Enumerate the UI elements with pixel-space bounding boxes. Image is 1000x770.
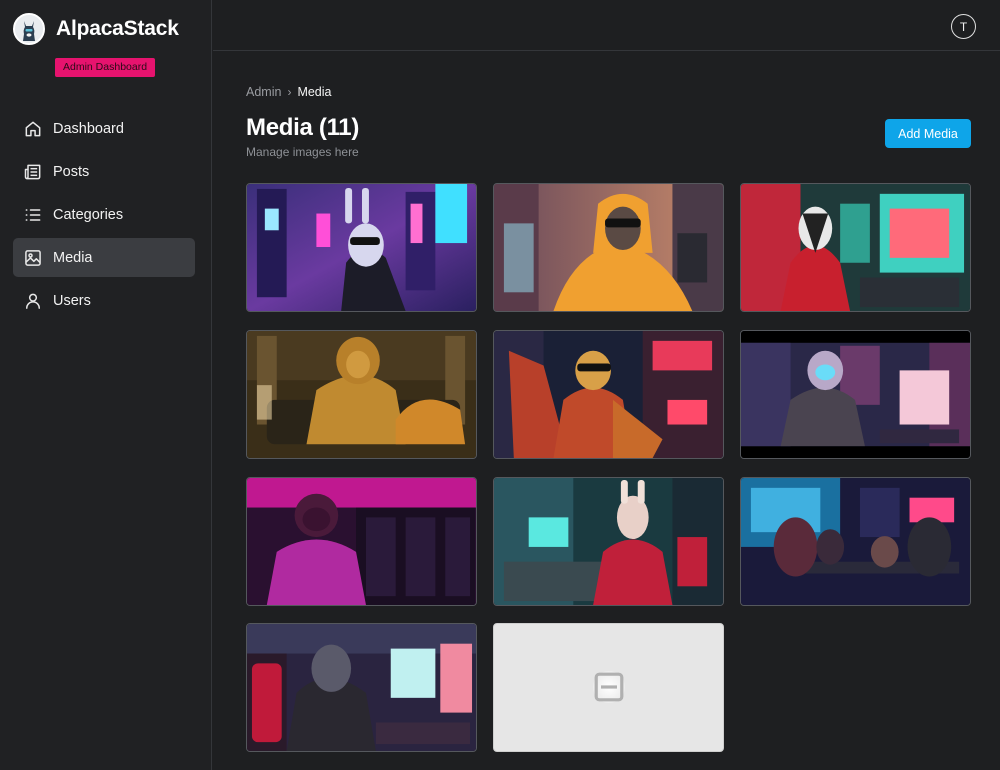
list-icon <box>25 208 41 221</box>
media-image <box>741 184 970 311</box>
media-thumbnail-11-placeholder[interactable] <box>493 623 724 752</box>
media-thumbnail-4[interactable] <box>246 330 477 459</box>
media-thumbnail-2[interactable] <box>493 183 724 312</box>
sidebar: AlpacaStack Admin Dashboard Dashboard Po… <box>0 0 212 770</box>
sidebar-item-posts[interactable]: Posts <box>13 152 195 191</box>
media-thumbnail-6[interactable] <box>740 330 971 459</box>
breadcrumb: Admin › Media <box>246 85 331 99</box>
media-thumbnail-9[interactable] <box>740 477 971 606</box>
breadcrumb-admin-link[interactable]: Admin <box>246 85 281 99</box>
media-image <box>247 331 476 458</box>
sidebar-item-label: Categories <box>53 206 124 223</box>
sidebar-item-label: Users <box>53 292 91 309</box>
alpaca-logo-icon <box>13 13 45 45</box>
media-thumbnail-8[interactable] <box>493 477 724 606</box>
sidebar-item-label: Dashboard <box>53 120 124 137</box>
media-thumbnail-10[interactable] <box>246 623 477 752</box>
sidebar-item-label: Media <box>53 249 93 266</box>
media-image <box>247 478 476 605</box>
image-icon <box>25 249 41 266</box>
page-title: Media (11) <box>246 114 360 141</box>
admin-badge: Admin Dashboard <box>55 58 156 77</box>
image-loading-icon <box>593 671 625 703</box>
media-image <box>741 478 970 605</box>
media-image <box>494 331 723 458</box>
sidebar-item-categories[interactable]: Categories <box>13 195 195 234</box>
sidebar-nav: Dashboard Posts Categories Media Users <box>13 109 195 324</box>
sidebar-item-users[interactable]: Users <box>13 281 195 320</box>
media-thumbnail-1[interactable] <box>246 183 477 312</box>
media-image <box>494 478 723 605</box>
add-media-button[interactable]: Add Media <box>885 119 971 148</box>
media-image <box>494 184 723 311</box>
home-icon <box>25 121 41 136</box>
sidebar-item-label: Posts <box>53 163 90 180</box>
media-thumbnail-3[interactable] <box>740 183 971 312</box>
breadcrumb-current: Media <box>297 85 332 99</box>
chevron-right-icon: › <box>287 85 292 99</box>
media-image <box>741 331 970 458</box>
user-avatar[interactable]: T <box>951 14 976 39</box>
brand[interactable]: AlpacaStack <box>13 13 179 45</box>
sidebar-item-media[interactable]: Media <box>13 238 195 277</box>
media-image <box>247 624 476 751</box>
app-name: AlpacaStack <box>56 17 179 40</box>
page-subtitle: Manage images here <box>246 145 359 159</box>
topbar: T <box>213 0 1000 51</box>
media-image <box>247 184 476 311</box>
newspaper-icon <box>24 164 41 179</box>
media-thumbnail-5[interactable] <box>493 330 724 459</box>
sidebar-item-dashboard[interactable]: Dashboard <box>13 109 195 148</box>
user-icon <box>26 293 40 309</box>
media-thumbnail-7[interactable] <box>246 477 477 606</box>
